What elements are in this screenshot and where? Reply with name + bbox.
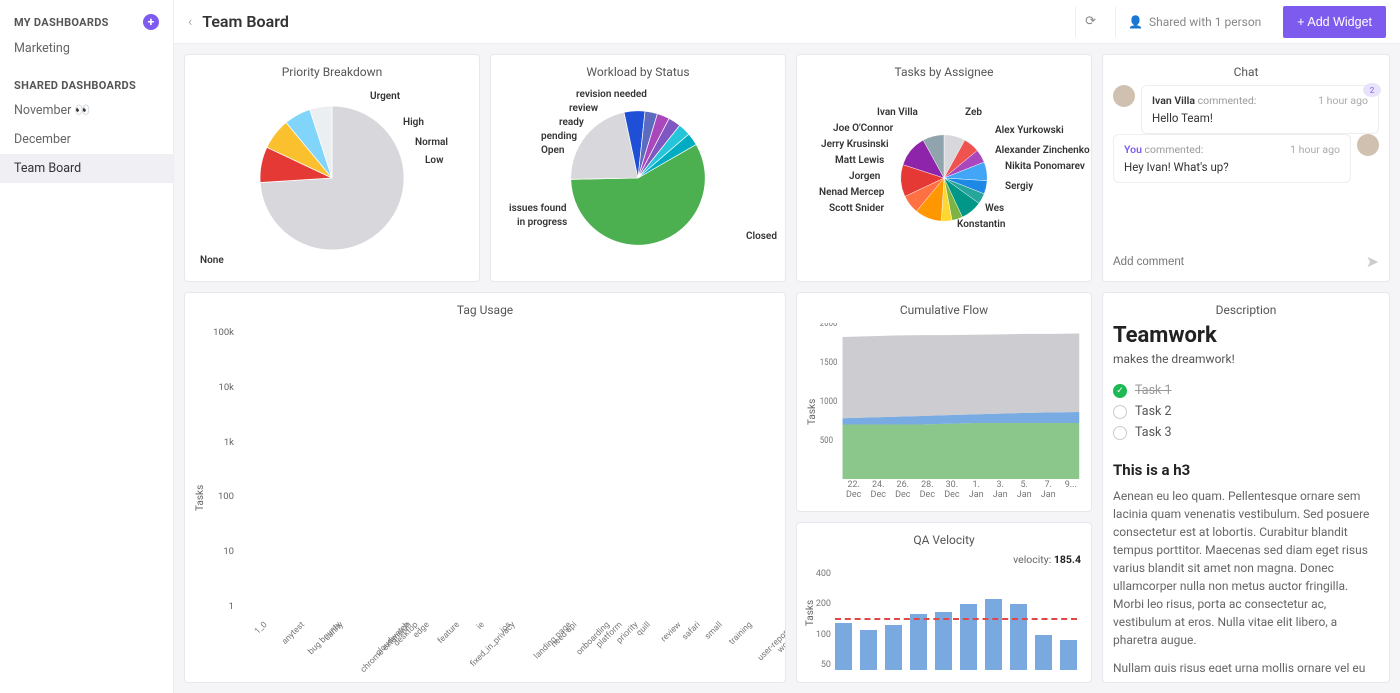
card-title: Cumulative Flow — [807, 303, 1081, 317]
qa-bar — [885, 625, 902, 670]
description-card: Description Teamwork makes the dreamwork… — [1102, 292, 1390, 683]
sidebar-item[interactable]: Team Board — [0, 154, 173, 183]
shared-with-button[interactable]: 👤 Shared with 1 person — [1115, 7, 1273, 37]
shared-dashboards-label: SHARED DASHBOARDS — [14, 79, 136, 92]
chat-watchers-badge[interactable]: 2 — [1363, 83, 1381, 97]
description-subheading: makes the dreamwork! — [1113, 352, 1379, 366]
chat-message: You commented:1 hour agoHey Ivan! What's… — [1113, 134, 1379, 183]
my-dashboards-label: MY DASHBOARDS — [14, 16, 109, 29]
svg-text:500: 500 — [820, 436, 834, 447]
task-name: Task 3 — [1135, 425, 1171, 440]
qa-bar — [985, 599, 1002, 670]
workload-status-card: Workload by Status revision neededreview… — [490, 54, 786, 282]
card-title: QA Velocity — [807, 533, 1081, 547]
card-title: Tasks by Assignee — [807, 65, 1081, 79]
qa-bar — [910, 614, 927, 670]
tag-usage-card: Tag Usage Tasks 100k10k1k100101 1_0anyte… — [184, 292, 786, 683]
qa-y-ticks: 40020010050 — [807, 569, 831, 670]
qa-bar — [960, 604, 977, 670]
qa-target-line — [835, 618, 1077, 620]
card-title: Priority Breakdown — [195, 65, 469, 79]
task-row[interactable]: Task 3 — [1113, 422, 1379, 443]
description-paragraph: Nullam quis risus eget urna mollis ornar… — [1113, 659, 1379, 672]
task-name: Task 1 — [1135, 383, 1171, 398]
tag-y-axis-label: Tasks — [195, 323, 206, 672]
back-chevron-icon[interactable]: ‹ — [188, 14, 192, 30]
shared-dashboards-header: SHARED DASHBOARDS — [0, 79, 173, 96]
chat-input[interactable] — [1113, 256, 1360, 268]
velocity-readout: velocity: 185.4 — [807, 553, 1081, 566]
priority-breakdown-card: Priority Breakdown NoneUrgentHighNormalL… — [184, 54, 480, 282]
priority-pie-chart — [257, 103, 407, 253]
description-heading: Teamwork — [1113, 323, 1379, 348]
cumulative-flow-card: Cumulative Flow Tasks 2000 1500 1000 500 22… — [796, 292, 1092, 512]
svg-text:1500: 1500 — [820, 358, 838, 369]
qa-bar — [835, 623, 852, 670]
sidebar: MY DASHBOARDS + Marketing SHARED DASHBOA… — [0, 0, 174, 693]
page-title: Team Board — [202, 12, 1065, 31]
shared-label: Shared with 1 person — [1149, 15, 1261, 29]
tag-y-ticks: 100k10k1k100101 — [206, 323, 238, 672]
flow-x-labels: 22.Dec24.Dec26.Dec28.Dec30.Dec1.Jan3.Jan… — [818, 479, 1081, 501]
flow-y-axis-label: Tasks — [807, 323, 818, 501]
card-title: Description — [1113, 303, 1379, 317]
checkbox-icon[interactable] — [1113, 426, 1127, 440]
qa-bar — [1010, 604, 1027, 670]
assignee-pie-chart — [899, 133, 989, 223]
checkbox-icon[interactable] — [1113, 405, 1127, 419]
task-row[interactable]: ✓ Task 1 — [1113, 380, 1379, 401]
sidebar-item[interactable]: Marketing — [0, 34, 173, 63]
task-name: Task 2 — [1135, 404, 1171, 419]
person-icon: 👤 — [1128, 15, 1143, 29]
assignee-card: Tasks by Assignee Ivan VillaJoe O'Connor… — [796, 54, 1092, 282]
sidebar-item[interactable]: November 👀 — [0, 96, 173, 125]
qa-bar — [935, 612, 952, 670]
tag-bars-area: 1_0anytestbug bountycannychrome extensio… — [238, 323, 775, 672]
checkbox-icon[interactable]: ✓ — [1113, 384, 1127, 398]
sidebar-item[interactable]: December — [0, 125, 173, 154]
description-paragraph: Aenean eu leo quam. Pellentesque ornare … — [1113, 487, 1379, 649]
chat-message: Ivan Villa commented:1 hour agoHello Tea… — [1113, 85, 1379, 134]
refresh-icon[interactable]: ⟳ — [1075, 7, 1105, 37]
flow-area-chart: 2000 1500 1000 500 — [818, 323, 1081, 479]
card-title: Tag Usage — [195, 303, 775, 317]
topbar: ‹ Team Board ⟳ 👤 Shared with 1 person + … — [174, 0, 1400, 44]
qa-bar — [860, 630, 877, 670]
chat-input-row: ➤ — [1113, 244, 1379, 271]
svg-text:2000: 2000 — [820, 323, 838, 329]
add-dashboard-button[interactable]: + — [143, 14, 159, 30]
send-icon[interactable]: ➤ — [1366, 252, 1379, 271]
svg-text:1000: 1000 — [820, 397, 838, 408]
workload-pie-chart — [568, 108, 708, 248]
card-title: Workload by Status — [501, 65, 775, 79]
add-widget-button[interactable]: + Add Widget — [1283, 6, 1386, 38]
avatar — [1113, 85, 1135, 107]
description-h3: This is a h3 — [1113, 461, 1379, 479]
qa-velocity-card: QA Velocity velocity: 185.4 Tasks 400200… — [796, 522, 1092, 683]
task-row[interactable]: Task 2 — [1113, 401, 1379, 422]
chat-card: Chat 2 Ivan Villa commented:1 hour agoHe… — [1102, 54, 1390, 282]
qa-bar — [1035, 635, 1052, 670]
qa-bar — [1060, 640, 1077, 670]
card-title: Chat — [1113, 65, 1379, 79]
avatar — [1357, 134, 1379, 156]
tag-x-labels: 1_0anytestbug bountycannychrome extensio… — [238, 612, 775, 672]
my-dashboards-header: MY DASHBOARDS + — [0, 14, 173, 34]
